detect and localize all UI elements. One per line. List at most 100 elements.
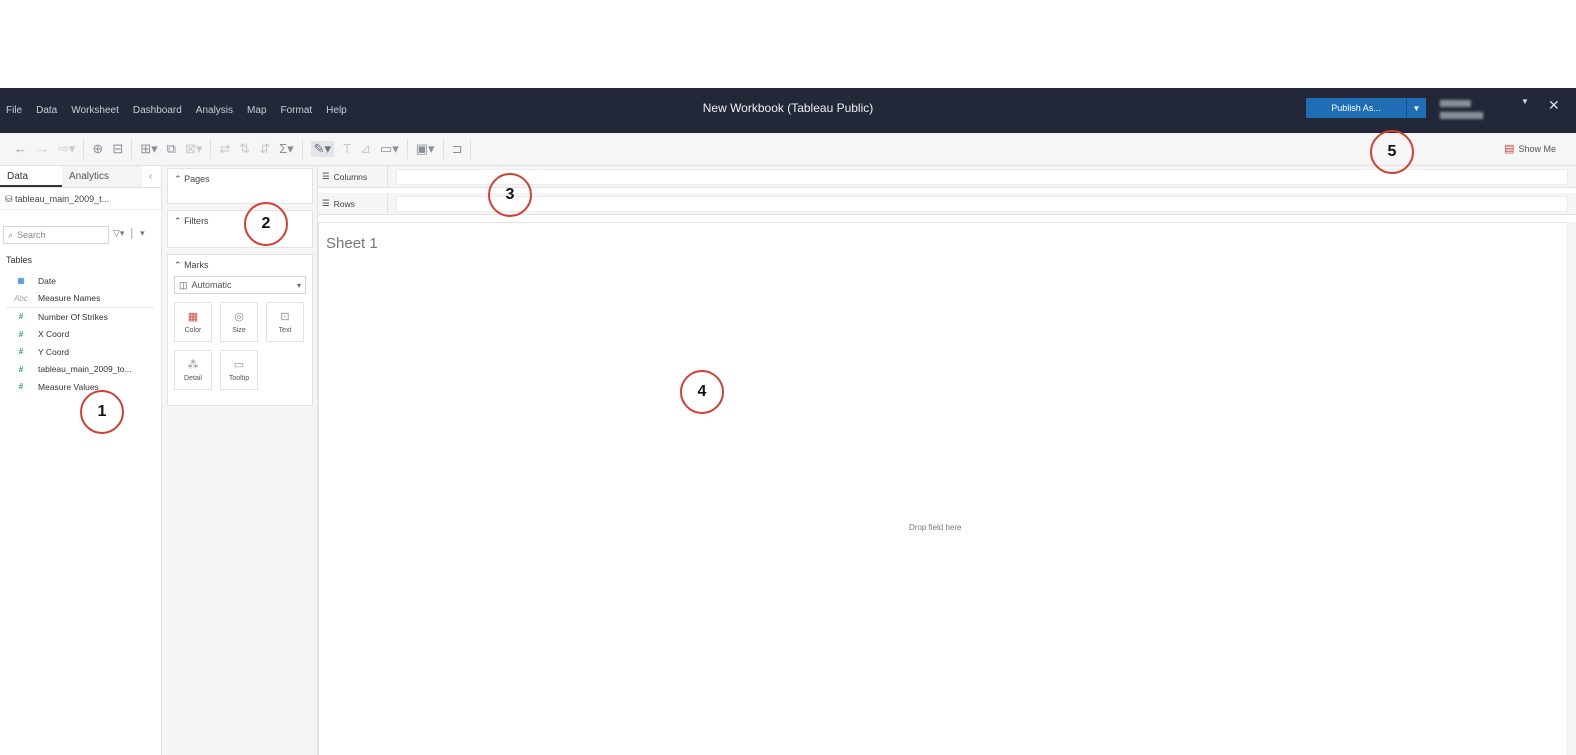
size-label: Size bbox=[232, 327, 246, 334]
search-icon: ⌕ bbox=[8, 229, 14, 240]
collapse-caret-icon[interactable]: ⌃ bbox=[174, 260, 182, 270]
menu-map[interactable]: Map bbox=[247, 105, 266, 116]
field-label: Number Of Strikes bbox=[38, 311, 108, 322]
duplicate-sheet-icon[interactable]: ⧉ bbox=[167, 141, 176, 157]
text-label: Text bbox=[278, 327, 292, 334]
field-item[interactable]: # Y Coord bbox=[0, 343, 160, 361]
string-type-icon: Abc bbox=[14, 293, 28, 303]
show-me-button[interactable]: ▤ Show Me bbox=[1504, 142, 1556, 155]
tab-data[interactable]: Data bbox=[0, 166, 62, 187]
datasource-item[interactable]: ⛁ tableau_main_2009_t... bbox=[0, 188, 161, 210]
replay-icon[interactable]: ⇨▾ bbox=[58, 141, 75, 157]
filters-card[interactable]: ⌃ Filters bbox=[167, 210, 313, 248]
field-item[interactable]: # Measure Values bbox=[0, 378, 160, 396]
totals-icon[interactable]: Σ▾ bbox=[279, 141, 294, 157]
field-label: tableau_main_2009_to... bbox=[38, 364, 132, 375]
show-me-label: Show Me bbox=[1518, 143, 1556, 154]
toolbar-group-history: ← → ⇨▾ bbox=[6, 139, 85, 159]
toolbar-group-tooltip: ⊐ bbox=[444, 139, 472, 159]
undo-icon[interactable]: ← bbox=[14, 141, 27, 157]
collapse-caret-icon[interactable]: ⌃ bbox=[174, 216, 182, 226]
measure-type-icon: # bbox=[18, 347, 24, 357]
collapse-caret-icon[interactable]: ⌃ bbox=[174, 174, 182, 184]
toolbar-group-datasource: ⊕ ⊟ bbox=[84, 139, 133, 159]
menu-help[interactable]: Help bbox=[326, 105, 347, 116]
detail-icon: ⁂ bbox=[187, 359, 199, 371]
tables-heading: Tables bbox=[6, 255, 33, 265]
fix-axes-icon[interactable]: ⊿ bbox=[360, 141, 371, 157]
field-item[interactable]: Abc Measure Names bbox=[0, 290, 160, 308]
collapse-pane-icon[interactable]: ‹ bbox=[142, 166, 159, 187]
field-list: ▦ Date Abc Measure Names # Number Of Str… bbox=[0, 272, 160, 396]
marks-label: Marks bbox=[184, 260, 209, 270]
filters-header: ⌃ Filters bbox=[168, 211, 312, 232]
fit-icon[interactable]: ▭▾ bbox=[380, 141, 399, 157]
menu-analysis[interactable]: Analysis bbox=[196, 105, 233, 116]
field-item[interactable]: # Number Of Strikes bbox=[0, 308, 160, 326]
field-item[interactable]: # tableau_main_2009_to... bbox=[0, 361, 160, 379]
user-account-blurred[interactable]: ▆▆▆▆▆ ▆▆▆▆▆▆▆ bbox=[1440, 97, 1500, 121]
tooltip-button[interactable]: ▭ Tooltip bbox=[220, 350, 258, 390]
columns-shelf-label: ☰ Columns bbox=[318, 166, 388, 187]
labels-icon[interactable]: T bbox=[343, 141, 351, 157]
tooltip-toggle-icon[interactable]: ⊐ bbox=[452, 141, 463, 157]
rows-icon: ☰ bbox=[322, 198, 330, 208]
menu-format[interactable]: Format bbox=[281, 105, 313, 116]
menu-worksheet[interactable]: Worksheet bbox=[71, 105, 119, 116]
presentation-mode-icon[interactable]: ▣▾ bbox=[416, 141, 435, 157]
new-datasource-icon[interactable]: ⊕ bbox=[92, 141, 103, 157]
pause-updates-icon[interactable]: ⊟ bbox=[112, 141, 123, 157]
chevron-down-icon: ▾ bbox=[296, 280, 301, 290]
menu-dashboard[interactable]: Dashboard bbox=[133, 105, 182, 116]
size-icon: ◎ bbox=[234, 311, 244, 323]
menu-data[interactable]: Data bbox=[36, 105, 57, 116]
detail-button[interactable]: ⁂ Detail bbox=[174, 350, 212, 390]
menu-file[interactable]: File bbox=[6, 105, 22, 116]
filters-label: Filters bbox=[184, 216, 209, 226]
field-label: Date bbox=[38, 275, 56, 286]
callout-1: 1 bbox=[80, 390, 124, 434]
detail-label: Detail bbox=[184, 375, 202, 382]
new-worksheet-icon[interactable]: ⊞▾ bbox=[140, 141, 157, 157]
pages-card[interactable]: ⌃ Pages bbox=[167, 168, 313, 204]
rows-drop-zone[interactable] bbox=[396, 195, 1568, 212]
field-label: Measure Values bbox=[38, 381, 99, 392]
mark-type-select[interactable]: ◫ Automatic ▾ bbox=[174, 276, 306, 294]
drop-field-hint[interactable]: Drop field here bbox=[909, 523, 961, 532]
columns-icon: ☰ bbox=[322, 171, 330, 181]
title-bar: File Data Worksheet Dashboard Analysis M… bbox=[0, 88, 1576, 133]
field-item[interactable]: # X Coord bbox=[0, 326, 160, 344]
account-caret-icon[interactable]: ▼ bbox=[1521, 97, 1529, 106]
automatic-icon: ◫ bbox=[179, 279, 188, 290]
sort-ascending-icon[interactable]: ⇅ bbox=[239, 141, 250, 157]
highlight-icon[interactable]: ✎▾ bbox=[310, 141, 335, 157]
clear-sheet-icon[interactable]: ⊠▾ bbox=[185, 141, 202, 157]
color-icon: ▦ bbox=[187, 311, 199, 323]
tooltip-icon: ▭ bbox=[233, 359, 245, 371]
field-item[interactable]: ▦ Date bbox=[0, 272, 160, 290]
tab-analytics[interactable]: Analytics bbox=[62, 166, 142, 187]
sort-descending-icon[interactable]: ⇵ bbox=[259, 141, 270, 157]
datasource-icon: ⛁ bbox=[5, 194, 16, 204]
filter-fields-icon[interactable]: ▽▾ │ ▾ bbox=[113, 228, 145, 239]
color-button[interactable]: ▦ Color bbox=[174, 302, 212, 342]
vertical-scrollbar[interactable] bbox=[1566, 222, 1576, 755]
columns-label: Columns bbox=[333, 171, 368, 182]
close-icon[interactable]: ✕ bbox=[1548, 97, 1560, 114]
measure-type-icon: # bbox=[18, 382, 24, 392]
publish-as-button[interactable]: Publish As... ▼ bbox=[1306, 98, 1426, 118]
data-pane-tabs: Data Analytics ‹ bbox=[0, 166, 161, 188]
swap-icon[interactable]: ⇄ bbox=[219, 141, 230, 157]
pages-header: ⌃ Pages bbox=[168, 169, 312, 190]
callout-2: 2 bbox=[244, 202, 288, 246]
toolbar-group-format: ✎▾ T ⊿ ▭▾ bbox=[303, 139, 408, 159]
view-canvas[interactable]: Sheet 1 Drop field here bbox=[318, 222, 1566, 755]
text-button[interactable]: ⊡ Text bbox=[266, 302, 304, 342]
field-search-input[interactable]: ⌕ Search bbox=[3, 226, 109, 244]
size-button[interactable]: ◎ Size bbox=[220, 302, 258, 342]
pages-label: Pages bbox=[184, 174, 210, 184]
field-label: Y Coord bbox=[38, 346, 70, 357]
chevron-down-icon[interactable]: ▼ bbox=[1406, 98, 1426, 118]
rows-shelf-label: ☰ Rows bbox=[318, 193, 388, 214]
redo-icon[interactable]: → bbox=[36, 141, 49, 157]
